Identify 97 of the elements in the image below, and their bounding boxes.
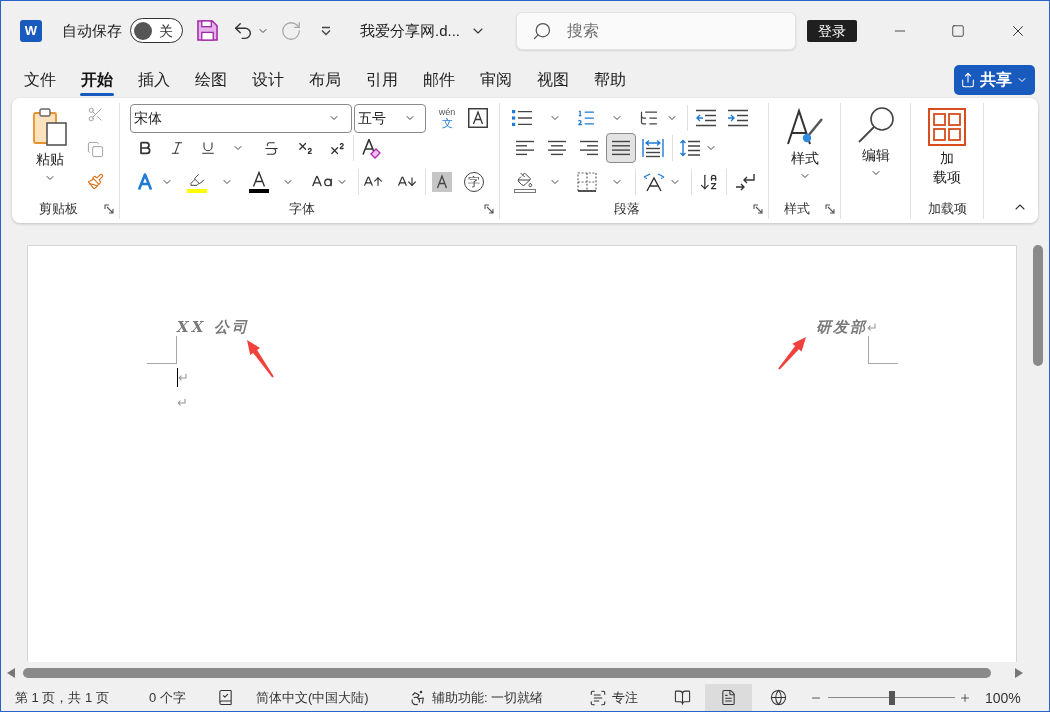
book-check-icon[interactable] <box>217 689 234 706</box>
paragraph-mark: ↵ <box>867 319 878 336</box>
switch-knob-icon <box>134 21 152 40</box>
phonetic-guide-button[interactable]: wén 文 <box>434 107 460 129</box>
margin-corner-mark <box>868 336 898 364</box>
decrease-indent-icon[interactable] <box>695 109 717 127</box>
paragraph-mark: ↵ <box>177 394 188 412</box>
scrollbar-thumb[interactable] <box>23 668 991 678</box>
header-text: 研发部 <box>816 319 867 336</box>
letter-brush-icon <box>784 107 825 147</box>
word-count-status[interactable]: 0 个字 <box>149 689 186 706</box>
grid-icon <box>928 108 966 146</box>
search-icon <box>532 20 552 41</box>
increase-indent-icon[interactable] <box>727 109 749 127</box>
line-spacing-icon[interactable] <box>679 139 701 157</box>
dialog-launcher-icon[interactable] <box>484 204 494 214</box>
ribbon-tab[interactable]: 布局 <box>296 60 353 96</box>
share-icon <box>960 72 976 88</box>
group-label: 段落 <box>613 201 640 217</box>
ribbon-tab[interactable]: 插入 <box>125 60 182 96</box>
text-effects-icon[interactable] <box>135 172 155 192</box>
accessibility-icon[interactable] <box>409 688 427 707</box>
group-label: 样式 <box>784 201 810 217</box>
scroll-left-icon[interactable] <box>7 668 15 678</box>
font-name-dropdown[interactable]: 宋体 <box>130 103 352 133</box>
page-icon <box>720 689 737 706</box>
borders-icon[interactable] <box>577 172 597 192</box>
autosave-toggle[interactable]: 关 <box>130 18 183 43</box>
group-label: 剪贴板 <box>38 201 78 217</box>
paragraph-mark: ↵ <box>178 369 189 387</box>
ribbon-tab[interactable]: 邮件 <box>410 60 467 96</box>
dialog-launcher-icon[interactable] <box>104 204 114 214</box>
ribbon-tab[interactable]: 审阅 <box>467 60 524 96</box>
ribbon-tab[interactable]: 视图 <box>524 60 581 96</box>
slider-thumb[interactable] <box>888 690 895 705</box>
strikethrough-icon[interactable] <box>262 139 280 157</box>
print-layout-button[interactable] <box>705 684 752 711</box>
ribbon-tab[interactable]: 文件 <box>11 60 68 96</box>
italic-icon[interactable] <box>169 140 185 156</box>
document-title[interactable]: 我爱分享网.d... <box>360 21 460 40</box>
save-icon[interactable] <box>197 20 218 41</box>
font-color-icon[interactable] <box>249 171 269 193</box>
editing-button[interactable]: 编辑 <box>855 106 896 190</box>
formatting-marks-icon[interactable] <box>734 172 756 192</box>
zoom-in-icon[interactable] <box>959 691 971 704</box>
distributed-align-icon <box>642 138 664 158</box>
align-center-icon <box>547 140 567 156</box>
ribbon-tab[interactable]: 设计 <box>239 60 296 96</box>
app-logo: W <box>20 19 42 42</box>
globe-icon <box>769 689 787 706</box>
dialog-launcher-icon[interactable] <box>753 204 763 214</box>
styles-button[interactable]: 样式 <box>784 107 825 191</box>
zoom-percentage[interactable]: 100% <box>985 689 1021 706</box>
letter-arrows-icon[interactable] <box>642 172 666 192</box>
search-field[interactable]: 搜索 <box>516 11 796 50</box>
align-right-icon <box>579 140 599 156</box>
sort-icon[interactable] <box>699 172 719 192</box>
bullet-list-icon[interactable] <box>511 109 533 127</box>
accessibility-status[interactable]: 辅助功能: 一切就绪 <box>432 689 544 706</box>
format-painter-icon[interactable] <box>86 173 104 190</box>
text-cursor <box>177 368 178 387</box>
justify-align-button[interactable] <box>606 133 636 163</box>
group-label: 字体 <box>289 201 315 217</box>
align-justify-icon <box>611 140 631 156</box>
margin-corner-mark <box>147 336 177 364</box>
scrollbar-thumb[interactable] <box>1033 245 1043 366</box>
paste-button[interactable]: 粘贴 <box>28 108 72 192</box>
maximize-icon[interactable] <box>951 23 965 38</box>
add-ins-button[interactable]: 加 载项 <box>928 108 966 194</box>
ribbon-tab[interactable]: 绘图 <box>182 60 239 96</box>
ribbon-tab[interactable]: 开始 <box>68 60 125 96</box>
ribbon-tab[interactable]: 帮助 <box>581 60 638 96</box>
header-text: XX 公司 <box>177 319 251 336</box>
character-border-icon[interactable] <box>468 108 488 128</box>
customize-toolbar-icon[interactable] <box>320 25 332 36</box>
autosave-label: 自动保存 <box>62 21 122 40</box>
scroll-right-icon[interactable] <box>1015 668 1023 678</box>
clipboard-icon <box>33 108 67 146</box>
align-left-icon <box>515 140 535 156</box>
underline-icon[interactable] <box>200 140 216 156</box>
focus-icon[interactable] <box>589 688 607 707</box>
font-size-dropdown[interactable]: 五号 <box>354 103 426 133</box>
ribbon-tab[interactable]: 引用 <box>353 60 410 96</box>
numbered-list-icon[interactable] <box>576 108 596 128</box>
page-count-status[interactable]: 第 1 页，共 1 页 <box>15 689 109 706</box>
highlighter-icon[interactable] <box>186 171 208 193</box>
dialog-launcher-icon[interactable] <box>825 204 835 214</box>
zoom-slider[interactable] <box>828 689 955 706</box>
character-shading-icon[interactable] <box>432 172 452 192</box>
focus-mode-label[interactable]: 专注 <box>612 689 638 706</box>
shading-icon[interactable] <box>514 171 536 193</box>
bold-icon[interactable] <box>137 140 153 156</box>
open-book-icon <box>673 689 691 706</box>
share-button[interactable]: 共享 <box>954 65 1035 95</box>
language-status[interactable]: 简体中文(中国大陆) <box>256 689 369 706</box>
sign-in-button[interactable]: 登录 <box>807 19 857 42</box>
group-label: 加载项 <box>927 201 967 217</box>
